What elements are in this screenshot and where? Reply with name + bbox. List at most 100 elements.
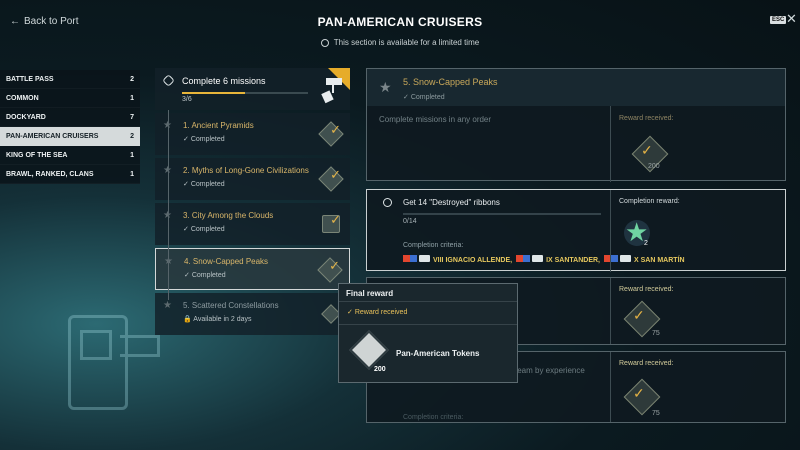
sidebar-item-king-of-the-sea[interactable]: KING OF THE SEA 1 [0, 146, 140, 165]
ship-class-icon [419, 255, 430, 262]
mission-step-label: 1. Ancient Pyramids [183, 121, 254, 130]
reward-received-label: Reward received: [619, 115, 674, 122]
sidebar-item-label: BRAWL, RANKED, CLANS [6, 170, 94, 178]
token-amount: 200 [374, 366, 386, 373]
sidebar: BATTLE PASS 2 COMMON 1 DOCKYARD 7 PAN-AM… [0, 70, 140, 184]
divider [610, 106, 611, 182]
mission-step-4[interactable]: ★ 4. Snow-Capped Peaks ✓ Completed ✓ [155, 248, 350, 290]
ship-class-icon [620, 255, 632, 262]
mission-step-status: 🔒 Available in 2 days [183, 316, 252, 323]
sidebar-item-count: 2 [130, 132, 134, 140]
sidebar-item-battle-pass[interactable]: BATTLE PASS 2 [0, 70, 140, 89]
check-icon: ✓ [330, 167, 341, 182]
mission-step-label: 4. Snow-Capped Peaks [184, 257, 269, 266]
mission-step-status: ✓ Completed [183, 136, 225, 143]
mission-detail-panel: ★ 5. Snow-Capped Peaks ✓ Completed Compl… [366, 68, 786, 182]
chain-header: Complete 6 missions 3/6 [155, 68, 350, 110]
divider [610, 190, 611, 272]
sidebar-item-label: KING OF THE SEA [6, 151, 68, 159]
mission-detail-title: 5. Snow-Capped Peaks [403, 77, 498, 87]
mission-chain: Complete 6 missions 3/6 ★ 1. Ancient Pyr… [155, 68, 350, 335]
divider [610, 278, 611, 344]
pan-american-token-icon [349, 330, 389, 370]
reward-amount: 200 [648, 163, 660, 170]
mission-step-label: 3. City Among the Clouds [183, 211, 274, 220]
star-icon: ★ [163, 300, 172, 311]
check-icon: ✓ [633, 385, 645, 401]
task-progress-text: 0/14 [403, 218, 417, 225]
token-name: Pan-American Tokens [396, 349, 480, 358]
reward-amount: 75 [652, 330, 660, 337]
limited-time-text: This section is available for a limited … [333, 38, 480, 47]
chain-progress-text: 3/6 [182, 96, 192, 103]
reward-received-label: Reward received: [619, 360, 674, 367]
nation-flag-icon [516, 255, 531, 262]
radio-circle-icon [383, 198, 392, 207]
nation-flag-icon [604, 255, 619, 262]
chain-progress-bar [182, 92, 308, 94]
divider [610, 352, 611, 422]
ship-class-icon [532, 255, 544, 262]
sidebar-item-brawl-ranked-clans[interactable]: BRAWL, RANKED, CLANS 1 [0, 165, 140, 184]
check-icon: ✓ [329, 258, 340, 273]
star-icon: ★ [379, 79, 392, 95]
chain-connector-line [168, 110, 169, 300]
check-icon: ✓ [633, 307, 645, 323]
mission-step-3[interactable]: ★ 3. City Among the Clouds ✓ Completed ✓ [155, 203, 350, 245]
sidebar-item-label: COMMON [6, 94, 39, 102]
check-icon: ✓ [330, 122, 341, 137]
sidebar-item-pan-american-cruisers[interactable]: PAN-AMERICAN CRUISERS 2 [0, 127, 140, 146]
mission-step-1[interactable]: ★ 1. Ancient Pyramids ✓ Completed ✓ [155, 113, 350, 155]
sidebar-item-count: 2 [130, 75, 134, 83]
reward-received-label: Reward received: [619, 286, 674, 293]
ship-item[interactable]: VIII IGNACIO ALLENDE, [403, 255, 512, 264]
clock-icon [320, 38, 329, 47]
chain-name: Complete 6 missions [182, 76, 266, 86]
completion-reward-label: Completion reward: [619, 198, 680, 205]
completion-criteria-label: Completion criteria: [403, 242, 464, 249]
ship-item[interactable]: X SAN MARTÍN [604, 255, 685, 264]
completion-criteria-label: Completion criteria: [403, 414, 464, 421]
star-reward-icon: ★ 2 [624, 217, 650, 247]
sidebar-item-count: 1 [130, 151, 134, 159]
sidebar-item-dockyard[interactable]: DOCKYARD 7 [0, 108, 140, 127]
sidebar-item-count: 1 [130, 94, 134, 102]
sidebar-item-common[interactable]: COMMON 1 [0, 89, 140, 108]
mission-detail-status: ✓ Completed [403, 94, 445, 101]
reward-count: 2 [644, 240, 648, 247]
sidebar-item-count: 1 [130, 170, 134, 178]
mission-detail-header: ★ 5. Snow-Capped Peaks ✓ Completed [367, 69, 785, 106]
ship-list: VIII IGNACIO ALLENDE, IX SANTANDER, X SA… [403, 255, 685, 264]
task-title-fragment: team by experience [515, 366, 585, 375]
task-panel[interactable]: Get 14 "Destroyed" ribbons 0/14 Completi… [366, 189, 786, 272]
sidebar-item-label: PAN-AMERICAN CRUISERS [6, 132, 99, 140]
final-reward-tooltip: Final reward ✓ Reward received 200 Pan-A… [338, 283, 518, 383]
nation-flag-icon [403, 255, 417, 262]
mission-step-status: ✓ Completed [183, 181, 225, 188]
mission-step-status: ✓ Completed [183, 226, 225, 233]
mission-step-label: 5. Scattered Constellations [183, 301, 279, 310]
mission-step-2[interactable]: ★ 2. Myths of Long-Gone Civilizations ✓ … [155, 158, 350, 200]
mission-step-5[interactable]: ★ 5. Scattered Constellations 🔒 Availabl… [155, 293, 350, 335]
check-icon: ✓ [330, 212, 341, 227]
reward-amount: 75 [652, 410, 660, 417]
ship-item[interactable]: IX SANTANDER, [516, 255, 600, 264]
sidebar-item-label: BATTLE PASS [6, 75, 54, 83]
task-title: Get 14 "Destroyed" ribbons [403, 198, 500, 207]
chain-link-icon [162, 74, 175, 87]
task-progress-bar [403, 213, 601, 215]
sidebar-item-count: 7 [130, 113, 134, 121]
mission-step-label: 2. Myths of Long-Gone Civilizations [183, 166, 309, 175]
divider [339, 324, 517, 325]
reward-received-status: ✓ Reward received [347, 309, 408, 316]
tooltip-title: Final reward [339, 284, 517, 302]
esc-key-hint: ESC [770, 16, 787, 24]
close-icon[interactable]: ✕ [786, 11, 797, 27]
decorative-totem [40, 300, 170, 450]
mission-step-status: ✓ Completed [184, 272, 226, 279]
check-icon: ✓ [641, 142, 653, 158]
paint-roller-icon [321, 78, 342, 104]
limited-time-notice: This section is available for a limited … [0, 38, 800, 47]
page-title: PAN-AMERICAN CRUISERS [317, 15, 483, 29]
sidebar-item-label: DOCKYARD [6, 113, 46, 121]
